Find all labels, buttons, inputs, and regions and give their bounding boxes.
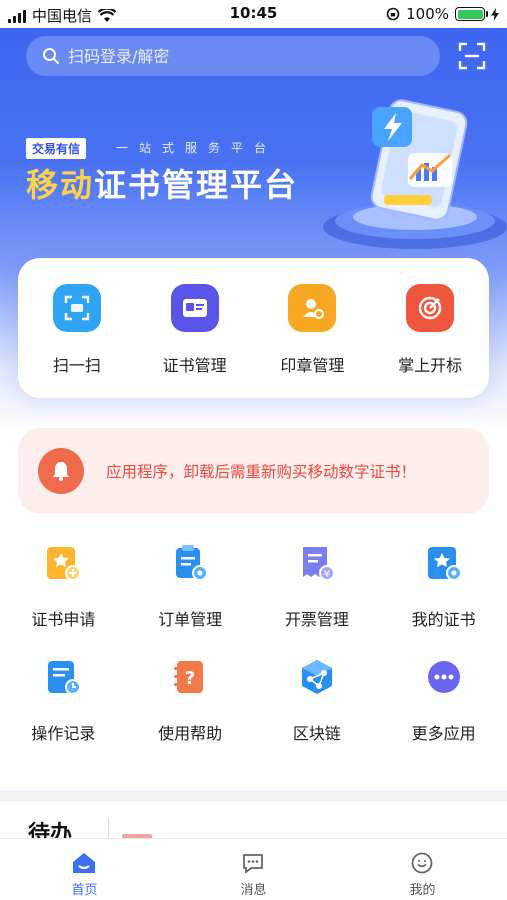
grid-item-label: 使用帮助	[158, 724, 223, 743]
target-icon	[406, 284, 455, 332]
home-icon	[73, 853, 96, 873]
grid-item-label: 更多应用	[411, 724, 476, 743]
notice-text: 应用程序，卸载后需重新购买移动数字证书！	[106, 463, 417, 481]
quick-action-scan[interactable]: 扫一扫	[18, 258, 136, 398]
profile-icon	[412, 852, 433, 874]
search-icon	[43, 48, 59, 64]
quick-action-label: 证书管理	[162, 356, 227, 375]
certificate-icon	[170, 284, 219, 332]
grid-item-help[interactable]: ? 使用帮助	[127, 654, 254, 744]
seal-icon	[288, 284, 337, 332]
tab-messages[interactable]: 消息	[169, 839, 338, 900]
hero-illustration	[323, 99, 507, 249]
order-icon	[167, 540, 213, 586]
grid-item-label: 我的证书	[411, 610, 476, 629]
svg-text:¥: ¥	[324, 569, 330, 580]
bell-icon	[38, 448, 84, 494]
grid-item-more[interactable]: 更多应用	[380, 654, 507, 744]
quick-action-label: 掌上开标	[398, 356, 463, 375]
hero-title-rest: 证书管理平台	[94, 166, 299, 204]
my-certificate-icon	[421, 540, 467, 586]
invoice-icon: ¥	[294, 540, 340, 586]
quick-actions-card: 扫一扫 证书管理 印章管理 掌上开标	[18, 258, 489, 398]
status-right: 100%	[386, 5, 499, 23]
tab-label: 首页	[71, 883, 98, 898]
hero-title-highlight: 移动	[26, 166, 95, 204]
charging-icon	[491, 7, 499, 21]
grid-item-order[interactable]: 订单管理	[127, 540, 254, 630]
search-bar[interactable]	[26, 36, 440, 76]
status-bar: 中国电信 10:45 100%	[0, 0, 507, 28]
blockchain-icon	[294, 654, 340, 700]
feature-grid: 证书申请 订单管理 ¥ 开票管理 我的证书 操作记录 ? 使用帮助 区块链 更多…	[0, 540, 507, 744]
history-icon	[40, 654, 86, 700]
battery-icon	[455, 7, 488, 21]
section-divider	[0, 790, 507, 802]
quick-action-seal[interactable]: 印章管理	[254, 258, 372, 398]
grid-item-history[interactable]: 操作记录	[0, 654, 127, 744]
grid-item-invoice[interactable]: ¥ 开票管理	[254, 540, 381, 630]
grid-item-label: 开票管理	[284, 610, 349, 629]
tab-label: 我的	[409, 883, 436, 898]
certificate-apply-icon	[40, 540, 86, 586]
tab-label: 消息	[240, 883, 267, 898]
todo-separator	[108, 818, 109, 840]
grid-item-blockchain[interactable]: 区块链	[254, 654, 381, 744]
message-icon	[243, 854, 264, 874]
orientation-lock-icon	[386, 7, 400, 21]
grid-item-label: 操作记录	[31, 724, 96, 743]
search-input[interactable]	[68, 46, 388, 66]
grid-item-label: 区块链	[292, 724, 341, 743]
grid-item-certificate-apply[interactable]: 证书申请	[0, 540, 127, 630]
grid-item-label: 订单管理	[158, 610, 223, 629]
scan-icon	[52, 284, 101, 332]
quick-action-certificate[interactable]: 证书管理	[136, 258, 254, 398]
more-icon	[421, 654, 467, 700]
help-icon: ?	[167, 654, 213, 700]
battery-percent: 100%	[406, 5, 449, 23]
quick-action-bid[interactable]: 掌上开标	[371, 258, 489, 398]
grid-item-my-certificate[interactable]: 我的证书	[380, 540, 507, 630]
tab-home[interactable]: 首页	[0, 839, 169, 900]
tab-profile[interactable]: 我的	[338, 839, 507, 900]
battery-fill	[457, 9, 483, 19]
hero-tagline: 一站式服务平台	[116, 141, 278, 155]
quick-action-label: 扫一扫	[52, 356, 101, 375]
notice-banner[interactable]: 应用程序，卸载后需重新购买移动数字证书！	[18, 428, 489, 514]
hero-title: 移动证书管理平台	[26, 160, 298, 206]
scan-icon[interactable]	[458, 42, 486, 70]
bottom-tab-bar: 首页 消息 我的	[0, 838, 507, 900]
hero-badge: 交易有信	[26, 138, 87, 159]
quick-action-label: 印章管理	[280, 356, 345, 375]
svg-text:?: ?	[185, 668, 195, 689]
grid-item-label: 证书申请	[31, 610, 96, 629]
